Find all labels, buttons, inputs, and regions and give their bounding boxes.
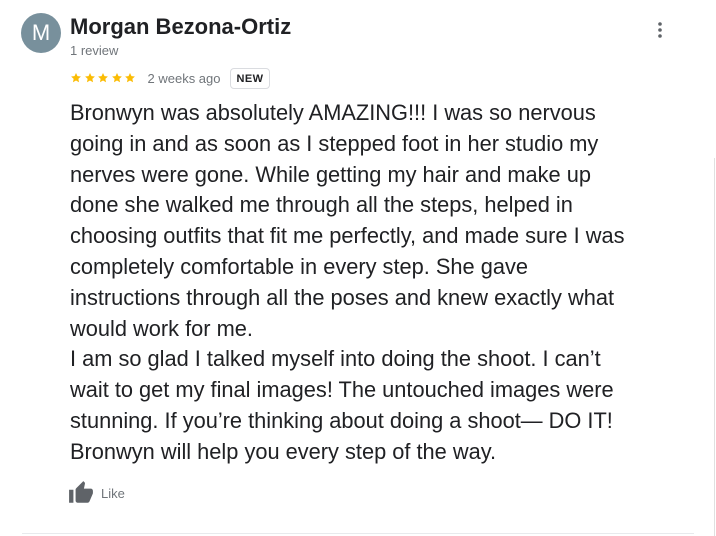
review-text-line: would work for me. [70, 315, 253, 341]
review-text-line: choosing outfits that fit me perfectly, … [70, 223, 625, 249]
review-text-line: nerves were gone. While getting my hair … [70, 161, 591, 187]
like-label: Like [101, 485, 125, 501]
review-text-line: I am so glad I talked myself into doing … [70, 346, 601, 372]
thumbs-up-icon [69, 481, 93, 503]
review-timestamp: 2 weeks ago [147, 70, 221, 86]
avatar[interactable]: M [21, 13, 61, 53]
review-text-line: going in and as soon as I stepped foot i… [70, 130, 599, 156]
more-vertical-icon [658, 22, 662, 38]
more-options-button[interactable] [648, 18, 672, 42]
review-text-line: wait to get my final images! The untouch… [70, 377, 614, 403]
rating-row: 2 weeks ago NEW [70, 66, 271, 90]
review-text-line: completely comfortable in every step. Sh… [70, 253, 528, 279]
avatar-initial: M [31, 20, 51, 45]
review-text-line: Bronwyn was absolutely AMAZING!!! I was … [70, 100, 596, 125]
review-card: M Morgan Bezona-Ortiz 1 review 2 weeks a… [0, 0, 716, 536]
star-icon [111, 73, 122, 83]
review-text: Bronwyn was absolutely AMAZING!!! I was … [70, 98, 698, 468]
reviewer-review-count: 1 review [70, 43, 119, 58]
reviewer-name[interactable]: Morgan Bezona-Ortiz [70, 12, 291, 42]
review-text-line: stunning. If you’re thinking about doing… [70, 407, 613, 433]
star-icon [71, 73, 81, 83]
star-icon [98, 73, 108, 83]
new-badge: NEW [229, 67, 271, 89]
star-icon [84, 73, 95, 83]
like-button[interactable]: Like [68, 480, 125, 506]
review-text-line: Bronwyn will help you every step of the … [70, 438, 497, 464]
review-text-line: done she walked me through all the steps… [70, 192, 573, 218]
scrollbar-track[interactable] [714, 158, 715, 536]
star-icon [125, 73, 135, 83]
divider [22, 533, 694, 534]
star-rating [70, 72, 138, 84]
review-text-line: instructions through all the poses and k… [70, 284, 615, 310]
